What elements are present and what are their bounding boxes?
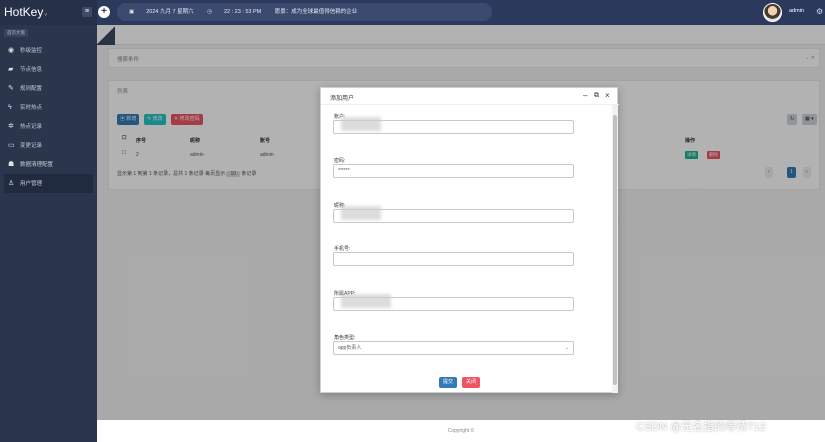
submit-button[interactable]: 提交 <box>439 377 458 388</box>
add-user-dialog: 添加用户 – ⧉ × 账户: 密码: ****** 昵称: 手机号: 所属APP… <box>320 87 619 393</box>
close-button[interactable]: 关闭 <box>462 377 481 388</box>
dialog-title: 添加用户 <box>330 96 355 102</box>
sidebar-dim <box>0 25 97 442</box>
scrollbar-thumb[interactable] <box>613 115 617 385</box>
password-field[interactable]: ****** <box>333 164 574 178</box>
dialog-scrollbar[interactable] <box>612 105 618 393</box>
phone-field[interactable] <box>333 252 574 266</box>
date-text: 2024 九月 7 星期六 <box>146 9 194 15</box>
top-navbar: HotKeyv ≡ + ▣ 2024 九月 7 星期六 ◷ 22 : 23 : 53… <box>0 0 825 25</box>
add-tab-button[interactable]: + <box>98 6 110 18</box>
settings-gear-icon[interactable]: ⚙ <box>816 7 823 16</box>
minimize-icon[interactable]: – <box>583 91 587 100</box>
info-bar: ▣ 2024 九月 7 星期六 ◷ 22 : 23 : 53 PM 愿景：成为全球最… <box>117 3 492 21</box>
avatar[interactable] <box>763 3 782 22</box>
redaction-blur <box>341 206 381 220</box>
close-icon[interactable]: × <box>605 91 610 100</box>
time-text: 22 : 23 : 53 PM <box>223 9 262 15</box>
username[interactable]: admin <box>789 8 804 14</box>
role-label: 角色类型: <box>334 335 356 341</box>
chevron-down-icon: ⌄ <box>564 345 569 351</box>
menu-toggle-button[interactable]: ≡ <box>82 7 92 17</box>
maximize-icon[interactable]: ⧉ <box>594 92 599 100</box>
role-select[interactable]: app负责人 ⌄ <box>333 341 574 355</box>
redaction-blur <box>341 117 381 131</box>
password-label: 密码: <box>334 158 346 164</box>
clock-icon: ◷ <box>207 9 212 15</box>
motto-text: 愿景：成为全球最值得信赖的企业 <box>274 9 358 15</box>
redaction-blur <box>341 294 391 308</box>
dialog-header: 添加用户 – ⧉ × <box>321 88 619 105</box>
calendar-icon: ▣ <box>129 9 135 15</box>
csdn-watermark: CSDN @无名指的等待712 <box>636 421 766 433</box>
phone-label: 手机号: <box>334 246 351 252</box>
